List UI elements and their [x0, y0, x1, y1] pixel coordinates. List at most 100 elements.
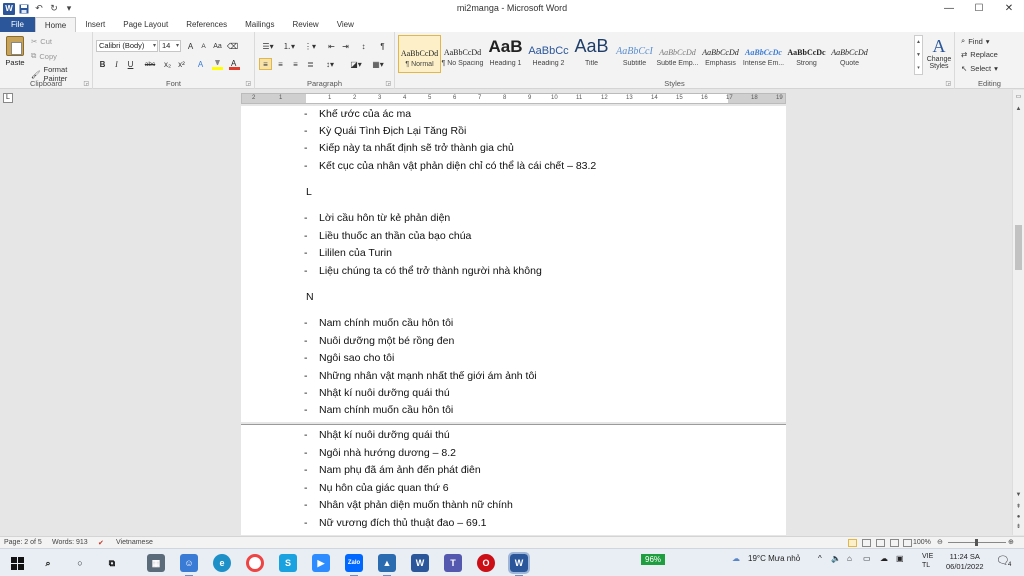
highlight-color-button[interactable]: [211, 58, 224, 70]
style-normal[interactable]: AaBbCcDd ¶ Normal: [398, 35, 441, 73]
teams-icon[interactable]: T: [444, 554, 462, 572]
close-button[interactable]: ✕: [994, 0, 1024, 17]
customize-qat-icon[interactable]: ▾: [63, 3, 75, 15]
paste-button[interactable]: Paste: [4, 36, 26, 67]
align-center-icon[interactable]: ≡: [274, 58, 287, 70]
shading-icon[interactable]: ◪▾: [347, 58, 365, 70]
justify-icon[interactable]: ≣: [304, 58, 317, 70]
web-layout-view-icon[interactable]: [876, 539, 885, 547]
italic-button[interactable]: I: [110, 58, 123, 70]
outline-view-icon[interactable]: [890, 539, 899, 547]
word-app-icon[interactable]: W: [3, 2, 15, 15]
style-strong[interactable]: AaBbCcDc Strong: [785, 35, 828, 73]
battery-icon[interactable]: ▭: [863, 554, 871, 563]
display-icon[interactable]: ▣: [896, 554, 904, 563]
tab-review[interactable]: Review: [283, 17, 327, 32]
opera-icon[interactable]: O: [477, 554, 495, 572]
language-indicator[interactable]: Vietnamese: [116, 539, 153, 546]
list-item[interactable]: - Khế ước của ác ma: [304, 108, 411, 120]
chevron-up-icon[interactable]: ▲: [916, 39, 921, 45]
tab-view[interactable]: View: [328, 17, 363, 32]
document-page[interactable]: - Khế ước của ác ma - Kỳ Quái Tình Địch Lạ…: [241, 106, 786, 422]
weather-text[interactable]: 19°C Mưa nhỏ: [748, 554, 800, 563]
tab-references[interactable]: References: [177, 17, 236, 32]
list-item[interactable]: - Nam chính muốn cầu hôn tôi: [304, 404, 453, 416]
dialog-launcher-icon[interactable]: ◲: [945, 80, 951, 87]
onedrive-icon[interactable]: ☁: [880, 554, 888, 563]
document-area[interactable]: - Khế ước của ác ma - Kỳ Quái Tình Địch Lạ…: [0, 106, 1012, 535]
align-right-icon[interactable]: ≡: [289, 58, 302, 70]
scrollbar-thumb[interactable]: [1015, 225, 1022, 270]
document-page[interactable]: - Nhật kí nuôi dưỡng quái thú - Ngôi nhà h…: [241, 424, 786, 535]
list-item[interactable]: - Kiếp này ta nhất định sẽ trở thành gia …: [304, 142, 514, 154]
align-left-icon[interactable]: ≡: [259, 58, 272, 70]
decrease-indent-icon[interactable]: ⇤: [325, 40, 338, 52]
style-intense-emphasis[interactable]: AaBbCcDc Intense Em...: [742, 35, 785, 73]
full-screen-view-icon[interactable]: [862, 539, 871, 547]
list-item[interactable]: - Ngôi nhà hướng dương – 8.2: [304, 447, 456, 459]
copy-button[interactable]: ⧉ Copy: [31, 51, 57, 61]
list-item[interactable]: - Nuôi dưỡng một bé rồng đen: [304, 335, 454, 347]
scroll-down-arrow[interactable]: ▼: [1013, 490, 1024, 501]
tab-file[interactable]: File: [0, 17, 35, 32]
style-quote[interactable]: AaBbCcDd Quote: [828, 35, 871, 73]
vertical-scrollbar[interactable]: ▭ ▲ ▼ ⇞ ● ⇟: [1012, 90, 1024, 535]
photos-icon[interactable]: ▲: [378, 554, 396, 576]
skype-icon[interactable]: S: [279, 554, 297, 572]
shrink-font-button[interactable]: A: [197, 40, 210, 52]
line-spacing-icon[interactable]: ↕▾: [321, 58, 339, 70]
page-indicator[interactable]: Page: 2 of 5: [4, 539, 42, 546]
list-item[interactable]: - Nhật kí nuôi dưỡng quái thú: [304, 429, 450, 441]
list-item[interactable]: - Những nhân vật mạnh nhất thế giới ám ản…: [304, 370, 537, 382]
tab-page-layout[interactable]: Page Layout: [114, 17, 177, 32]
find-button[interactable]: ⌕ Find ▾: [961, 36, 990, 46]
style-emphasis[interactable]: AaBbCcDd Emphasis: [699, 35, 742, 73]
underline-button[interactable]: U: [124, 58, 137, 70]
edge-icon[interactable]: e: [213, 554, 231, 572]
list-item[interactable]: - Kết cục của nhân vật phản diện chỉ có t…: [304, 160, 596, 172]
style-heading-2[interactable]: AaBbCc Heading 2: [527, 35, 570, 73]
cortana-icon[interactable]: ○: [71, 554, 89, 572]
style-heading-1[interactable]: AaB Heading 1: [484, 35, 527, 73]
more-icon[interactable]: ▾: [917, 65, 920, 71]
font-size-combo[interactable]: 14 ▾: [159, 40, 181, 52]
weather-icon[interactable]: ☁: [732, 554, 740, 563]
draft-view-icon[interactable]: [903, 539, 912, 547]
list-item[interactable]: - Lời cầu hôn từ kẻ phản diện: [304, 212, 450, 224]
style-subtle-emphasis[interactable]: AaBbCcDd Subtle Emp...: [656, 35, 699, 73]
section-letter[interactable]: N: [306, 291, 314, 303]
tab-home[interactable]: Home: [34, 17, 77, 32]
list-item[interactable]: - Kỳ Quái Tình Địch Lại Tăng Rồi: [304, 125, 466, 137]
grow-font-button[interactable]: A: [184, 40, 197, 52]
change-styles-button[interactable]: A Change Styles: [924, 36, 954, 70]
bold-button[interactable]: B: [96, 58, 109, 70]
save-icon[interactable]: [18, 3, 30, 15]
text-effects-icon[interactable]: A: [194, 58, 207, 70]
network-icon[interactable]: ⌂: [847, 554, 852, 563]
font-color-button[interactable]: A: [228, 58, 241, 70]
replace-button[interactable]: ⇄ Replace: [961, 50, 998, 59]
tray-overflow-icon[interactable]: ^: [818, 554, 822, 563]
sort-icon[interactable]: ↕: [357, 40, 370, 52]
list-item[interactable]: - Nụ hôn của giác quan thứ 6: [304, 482, 449, 494]
windows-start-icon[interactable]: [8, 554, 26, 572]
zoom-out-icon[interactable]: ⊖: [937, 538, 943, 546]
word-icon[interactable]: W: [411, 554, 429, 572]
list-item[interactable]: - Nữ vương đích thủ thuật đao – 69.1: [304, 517, 486, 529]
style-subtitle[interactable]: AaBbCcI Subtitle: [613, 35, 656, 73]
list-item[interactable]: - Nam phụ đã ám ảnh đến phát điên: [304, 464, 481, 476]
ruler-toggle-icon[interactable]: ▭: [1013, 92, 1024, 103]
select-button[interactable]: ↖ Select ▾: [961, 64, 998, 73]
numbering-icon[interactable]: ⒈▾: [280, 40, 298, 52]
list-item[interactable]: - Nhật kí nuôi dưỡng quái thú: [304, 387, 450, 399]
calculator-icon[interactable]: ▦: [147, 554, 165, 572]
scroll-up-arrow[interactable]: ▲: [1013, 104, 1024, 115]
input-language[interactable]: VIE TL: [922, 552, 933, 570]
clear-formatting-icon[interactable]: ⌫: [226, 40, 239, 52]
horizontal-ruler[interactable]: 2 1 1 2 3 4 5 6 7 8 9 10 11 12 13 14 15 …: [241, 93, 786, 104]
style-no-spacing[interactable]: AaBbCcDd ¶ No Spacing: [441, 35, 484, 73]
list-item[interactable]: - Liệu chúng ta có thể trở thành người nh…: [304, 265, 542, 277]
dialog-launcher-icon[interactable]: ◲: [385, 80, 391, 87]
tab-selector[interactable]: L: [3, 93, 13, 103]
print-layout-view-icon[interactable]: [848, 539, 857, 547]
